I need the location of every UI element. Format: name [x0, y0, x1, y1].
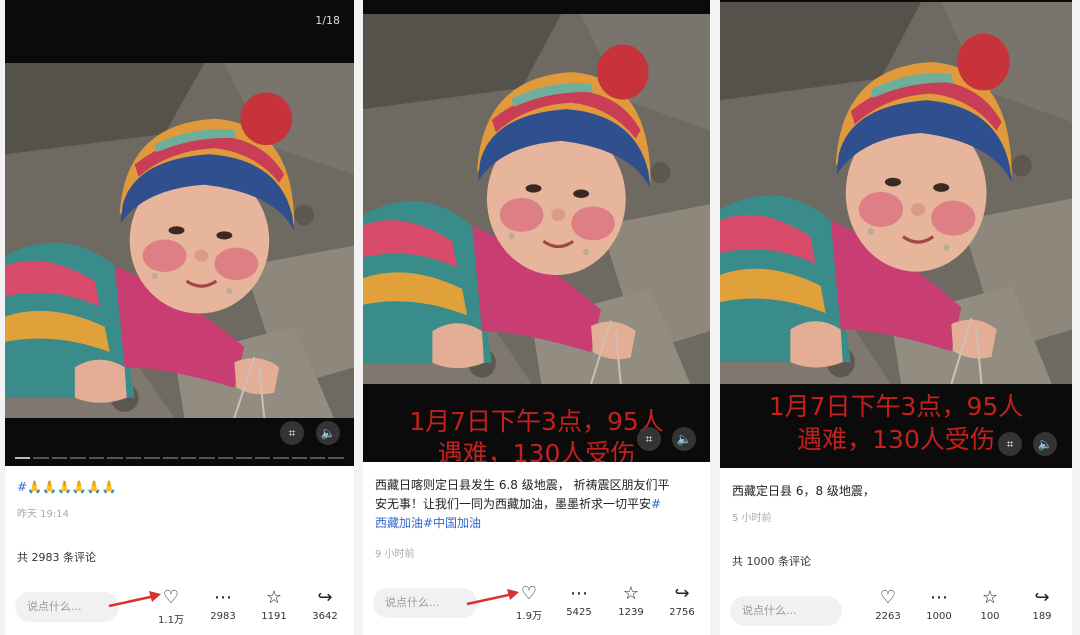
- comment-count-text: 共 2983 条评论: [17, 551, 96, 564]
- post-time: 昨天 19:14: [17, 509, 69, 520]
- heart-icon: ♡: [879, 587, 897, 608]
- comment-icon: ⋯: [570, 583, 588, 604]
- comment-input[interactable]: 说点什么...: [15, 592, 119, 622]
- star-icon: ☆: [981, 587, 999, 608]
- share-button[interactable]: ↪ 3642: [305, 587, 345, 622]
- sound-icon[interactable]: 🔈: [1033, 432, 1057, 456]
- comment-count: 2983: [210, 611, 236, 622]
- like-button[interactable]: ♡ 2263: [868, 587, 908, 622]
- like-count: 2263: [875, 611, 901, 622]
- share-icon: ↪: [317, 587, 333, 608]
- share-icon: ↪: [1034, 587, 1050, 608]
- post-panel-1: 1/18 ⌗ 🔈 #🙏🙏🙏🙏🙏🙏 昨天 19:14 共 2983 条评论 说点什…: [5, 0, 354, 635]
- media-viewer[interactable]: 1月7日下午3点，95人 遇难，130人受伤 ⌗ 🔈: [363, 0, 710, 462]
- action-bar: 说点什么... ♡ 1.9万 ⋯ 5425 ☆ 1239 ↪ 2756: [363, 580, 710, 631]
- favorite-count: 100: [980, 611, 1000, 622]
- scan-icon[interactable]: ⌗: [637, 427, 661, 451]
- caption-line-2: 安无事！让我们一同为西藏加油，墨墨祈求一切平安#: [375, 495, 700, 514]
- overlay-caption-line-1: 1月7日下午3点，95人: [768, 392, 1024, 421]
- share-button[interactable]: ↪ 2756: [662, 583, 702, 618]
- comment-input[interactable]: 说点什么...: [730, 596, 842, 626]
- hashtags[interactable]: 西藏加油#中国加油: [375, 514, 700, 533]
- share-count: 189: [1032, 611, 1052, 622]
- scan-icon[interactable]: ⌗: [280, 421, 304, 445]
- favorite-count: 1239: [618, 607, 644, 618]
- media-viewer[interactable]: 1/18 ⌗ 🔈: [5, 0, 354, 466]
- post-caption: 西藏定日县 6，8 级地震，: [732, 484, 875, 498]
- comment-icon: ⋯: [214, 587, 232, 608]
- action-bar: 说点什么... ♡ 1.1万 ⋯ 2983 ☆ 1191 ↪ 3642: [5, 584, 354, 635]
- comment-button[interactable]: ⋯ 1000: [919, 587, 959, 622]
- image-counter: 1/18: [315, 14, 340, 27]
- favorite-count: 1191: [261, 611, 287, 622]
- comment-icon: ⋯: [930, 587, 948, 608]
- post-time: 5 小时前: [732, 513, 772, 524]
- favorite-button[interactable]: ☆ 1239: [611, 583, 651, 618]
- post-photo[interactable]: [363, 14, 710, 384]
- comment-count: 1000: [926, 611, 952, 622]
- share-icon: ↪: [674, 583, 690, 604]
- media-viewer[interactable]: 1月7日下午3点，95人 遇难，130人受伤 ⌗ 🔈: [720, 0, 1072, 468]
- caption-line-1: 西藏日喀则定日县发生 6.8 级地震， 祈祷震区朋友们平: [375, 478, 670, 492]
- comment-count-text: 共 1000 条评论: [732, 555, 811, 568]
- comment-button[interactable]: ⋯ 5425: [559, 583, 599, 618]
- post-caption: #🙏🙏🙏🙏🙏🙏: [17, 480, 117, 494]
- action-bar: 说点什么... ♡ 2263 ⋯ 1000 ☆ 100 ↪ 189: [720, 584, 1072, 635]
- comment-input[interactable]: 说点什么...: [373, 588, 477, 618]
- post-photo[interactable]: [5, 63, 354, 418]
- red-arrow-annotation: [108, 591, 161, 608]
- carousel-progress: [15, 457, 344, 459]
- star-icon: ☆: [622, 583, 640, 604]
- comment-button[interactable]: ⋯ 2983: [203, 587, 243, 622]
- star-icon: ☆: [265, 587, 283, 608]
- sound-icon[interactable]: 🔈: [672, 427, 696, 451]
- sound-icon[interactable]: 🔈: [316, 421, 340, 445]
- post-photo[interactable]: [720, 2, 1072, 384]
- post-caption: 西藏日喀则定日县发生 6.8 级地震， 祈祷震区朋友们平 安无事！让我们一同为西…: [375, 476, 700, 533]
- post-panel-2: 1月7日下午3点，95人 遇难，130人受伤 ⌗ 🔈 西藏日喀则定日县发生 6.…: [363, 0, 710, 635]
- share-button[interactable]: ↪ 189: [1022, 587, 1062, 622]
- favorite-button[interactable]: ☆ 1191: [254, 587, 294, 622]
- share-count: 2756: [669, 607, 695, 618]
- share-count: 3642: [312, 611, 338, 622]
- red-arrow-annotation: [466, 589, 519, 606]
- scan-icon[interactable]: ⌗: [998, 432, 1022, 456]
- hashtag[interactable]: #: [651, 497, 661, 511]
- like-count: 1.1万: [158, 615, 184, 626]
- caption-text: 安无事！让我们一同为西藏加油，墨墨祈求一切平安: [375, 497, 652, 511]
- post-panel-3: 1月7日下午3点，95人 遇难，130人受伤 ⌗ 🔈 西藏定日县 6，8 级地震…: [720, 0, 1072, 635]
- comment-count: 5425: [566, 607, 592, 618]
- post-time: 9 小时前: [375, 549, 415, 560]
- favorite-button[interactable]: ☆ 100: [970, 587, 1010, 622]
